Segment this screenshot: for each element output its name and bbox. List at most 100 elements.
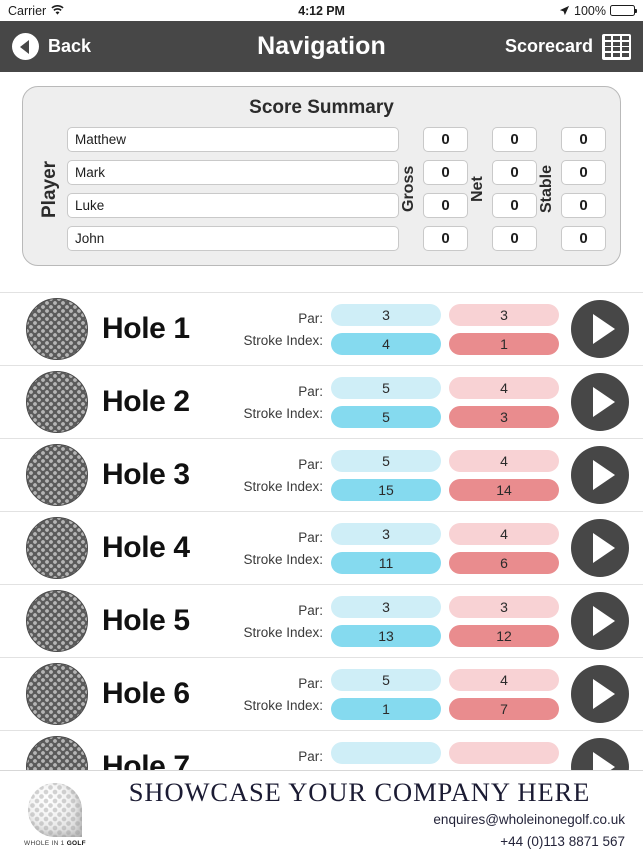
par-pill-pink: 3 — [449, 595, 559, 618]
advertisement-banner[interactable]: WHOLE IN 1 GOLF SHOWCASE YOUR COMPANY HE… — [0, 770, 643, 858]
par-pill-blue: 3 — [331, 595, 441, 618]
stable-score-value: 0 — [561, 127, 606, 152]
hole-row[interactable]: Hole 6 Par: Stroke Index: 5 1 4 7 — [0, 657, 643, 730]
player-name-input[interactable]: John — [67, 226, 399, 251]
location-arrow-icon — [559, 5, 570, 16]
back-button[interactable]: Back — [12, 33, 91, 60]
blue-tee-column: 3 13 — [331, 595, 441, 647]
play-hole-button[interactable] — [571, 373, 629, 431]
score-summary-body: Player Matthew Mark Luke John Gross 0 0 … — [37, 127, 606, 251]
hole-row[interactable]: Hole 3 Par: Stroke Index: 5 15 4 14 — [0, 438, 643, 511]
stroke-index-pill-pink: 3 — [449, 405, 559, 428]
player-name-column: Matthew Mark Luke John — [67, 127, 399, 251]
red-tee-column: 47 — [449, 668, 559, 720]
hole-stat-labels: Par: Stroke Index: — [243, 530, 323, 567]
player-column-label: Player — [39, 160, 60, 218]
golf-ball-icon — [26, 663, 88, 725]
stroke-index-pill-blue: 11 — [331, 551, 441, 574]
par-pill-pink — [449, 741, 559, 764]
hole-stats: Par: Stroke Index: 3 13 3 12 — [243, 595, 559, 647]
status-bar: Carrier 4:12 PM 100% — [0, 0, 643, 21]
hole-row[interactable]: Hole 1 Par: Stroke Index: 3 4 3 1 — [0, 292, 643, 365]
golf-ball-icon — [26, 590, 88, 652]
hole-row[interactable]: Hole 2 Par: Stroke Index: 5 5 4 3 — [0, 365, 643, 438]
blue-tee-column: 51 — [331, 668, 441, 720]
status-bar-time: 4:12 PM — [298, 3, 345, 18]
hole-name-label: Hole 3 — [102, 458, 190, 491]
hole-row[interactable]: Hole 4 Par: Stroke Index: 3 11 4 6 — [0, 511, 643, 584]
par-pill-blue — [331, 741, 441, 764]
red-tee-column: 43 — [449, 376, 559, 428]
par-label: Par: — [298, 529, 323, 545]
par-label: Par: — [298, 675, 323, 691]
sponsor-logo-caption: WHOLE IN 1 GOLF — [24, 839, 86, 847]
gross-score-column: 0 0 0 0 — [423, 127, 468, 251]
play-hole-button[interactable] — [571, 519, 629, 577]
status-bar-right: 100% — [559, 3, 638, 18]
hole-stats: Par: Stroke Index: 5 5 4 3 — [243, 376, 559, 428]
hole-stat-labels: Par: Stroke Index: — [243, 603, 323, 640]
play-hole-button[interactable] — [571, 665, 629, 723]
grid-icon — [602, 33, 631, 60]
app-root: Carrier 4:12 PM 100% Back Navigation Sco… — [0, 0, 643, 858]
gross-score-value: 0 — [423, 160, 468, 185]
hole-name-label: Hole 6 — [102, 677, 190, 710]
stable-score-value: 0 — [561, 193, 606, 218]
par-label: Par: — [298, 310, 323, 326]
gross-column-label: Gross — [400, 165, 417, 213]
blue-tee-column: 3 11 — [331, 522, 441, 574]
par-pill-blue: 5 — [331, 449, 441, 472]
gross-score-value: 0 — [423, 127, 468, 152]
golf-ball-icon — [26, 444, 88, 506]
stable-score-value: 0 — [561, 160, 606, 185]
player-name-input[interactable]: Mark — [67, 160, 399, 185]
hole-stats: Par: Stroke Index: 3 11 4 6 — [243, 522, 559, 574]
back-button-label: Back — [48, 36, 92, 56]
net-column-label: Net — [469, 176, 486, 202]
red-tee-column: 46 — [449, 522, 559, 574]
stroke-index-label: Stroke Index: — [243, 697, 323, 713]
stroke-index-label: Stroke Index: — [243, 478, 323, 494]
golf-ball-logo-icon — [28, 782, 82, 837]
hole-stat-labels: Par: Stroke Index: — [243, 676, 323, 713]
play-hole-button[interactable] — [571, 446, 629, 504]
stroke-index-pill-blue: 15 — [331, 478, 441, 501]
player-name-input[interactable]: Luke — [67, 193, 399, 218]
blue-tee-column: 5 15 — [331, 449, 441, 501]
red-tee-column: 4 14 — [449, 449, 559, 501]
stroke-index-label: Stroke Index: — [243, 332, 323, 348]
banner-phone: +44 (0)113 8871 567 — [500, 834, 625, 850]
battery-percent-label: 100% — [574, 3, 606, 18]
golf-ball-icon — [26, 517, 88, 579]
stable-column-label: Stable — [538, 165, 555, 214]
blue-tee-column: 34 — [331, 303, 441, 355]
hole-stats: Par: Stroke Index: 3 4 3 1 — [243, 303, 559, 355]
stroke-index-pill-pink: 14 — [449, 478, 559, 501]
stable-score-column: 0 0 0 0 — [561, 127, 606, 251]
hole-name-label: Hole 2 — [102, 385, 190, 418]
par-label: Par: — [298, 383, 323, 399]
red-tee-column: 31 — [449, 303, 559, 355]
scorecard-button-label: Scorecard — [504, 36, 593, 56]
net-score-value: 0 — [492, 226, 537, 251]
hole-stat-labels: Par: Stroke Index: — [243, 457, 323, 494]
navigation-bar: Back Navigation Scorecard — [0, 21, 643, 72]
hole-row[interactable]: Hole 5 Par: Stroke Index: 3 13 3 12 — [0, 584, 643, 657]
banner-headline: SHOWCASE YOUR COMPANY HERE — [128, 776, 591, 807]
par-pill-blue: 5 — [331, 376, 441, 399]
back-circle-arrow-icon — [12, 33, 39, 60]
play-hole-button[interactable] — [571, 592, 629, 650]
stroke-index-label: Stroke Index: — [243, 551, 323, 567]
stroke-index-pill-pink: 6 — [449, 551, 559, 574]
golf-ball-icon — [26, 371, 88, 433]
play-hole-button[interactable] — [571, 300, 629, 358]
red-tee-column: 3 12 — [449, 595, 559, 647]
sponsor-logo: WHOLE IN 1 GOLF — [16, 782, 94, 847]
scorecard-button[interactable]: Scorecard — [504, 33, 631, 60]
score-summary-section: Score Summary Player Matthew Mark Luke J… — [0, 72, 643, 266]
par-pill-pink: 3 — [449, 303, 559, 326]
hole-name-label: Hole 5 — [102, 604, 190, 637]
par-pill-pink: 4 — [449, 376, 559, 399]
player-name-input[interactable]: Matthew — [67, 127, 399, 152]
stroke-index-pill-blue: 13 — [331, 624, 441, 647]
